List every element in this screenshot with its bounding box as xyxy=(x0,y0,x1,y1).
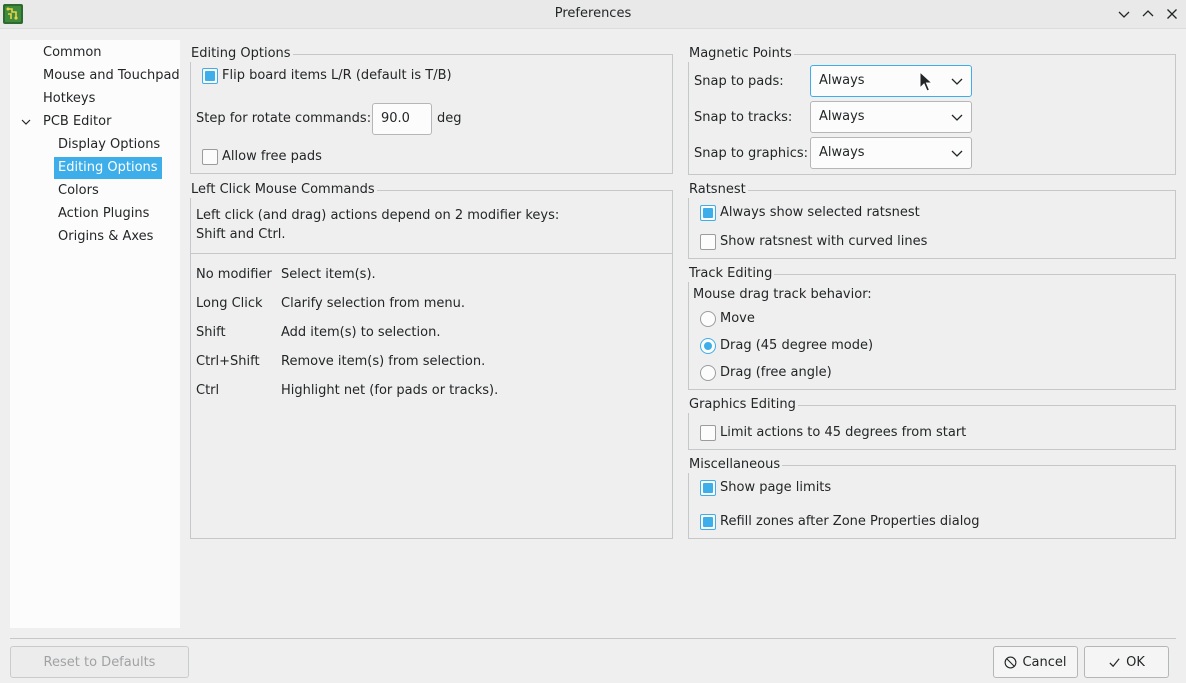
move-radio[interactable] xyxy=(700,311,716,327)
group-title: Editing Options xyxy=(189,46,293,62)
ok-label: OK xyxy=(1126,654,1145,670)
chevron-down-icon xyxy=(1118,11,1130,18)
track-editing-group: Track Editing Mouse drag track behavior:… xyxy=(687,266,1176,390)
command-description: Highlight net (for pads or tracks). xyxy=(281,383,499,398)
rotate-step-label: Step for rotate commands: xyxy=(196,111,372,126)
tree-item-mouse-touchpad[interactable]: Mouse and Touchpad xyxy=(39,65,184,87)
snap-tracks-label: Snap to tracks: xyxy=(694,110,793,125)
limit-45-label: Limit actions to 45 degrees from start xyxy=(720,425,967,440)
drag-behavior-label: Mouse drag track behavior: xyxy=(693,287,872,302)
group-title: Ratsnest xyxy=(687,182,748,198)
command-key: Ctrl+Shift xyxy=(196,354,260,369)
drag-45-radio[interactable] xyxy=(700,338,716,354)
tree-item-pcb-editor[interactable]: PCB Editor xyxy=(39,111,115,133)
tree-item-display-options[interactable]: Display Options xyxy=(54,134,164,156)
tree-item-action-plugins[interactable]: Action Plugins xyxy=(54,203,153,225)
curved-ratsnest-label: Show ratsnest with curved lines xyxy=(720,234,928,249)
command-description: Remove item(s) from selection. xyxy=(281,354,486,369)
left-click-description-line1: Left click (and drag) actions depend on … xyxy=(196,208,560,223)
chevron-down-icon xyxy=(21,119,31,125)
flip-board-checkbox[interactable] xyxy=(202,68,218,84)
move-label: Move xyxy=(720,311,755,326)
chevron-up-icon xyxy=(1142,10,1154,17)
flip-board-label: Flip board items L/R (default is T/B) xyxy=(222,68,452,83)
tree-item-editing-options[interactable]: Editing Options xyxy=(54,157,162,179)
free-pads-label: Allow free pads xyxy=(222,149,322,164)
editing-options-group: Editing Options Flip board items L/R (de… xyxy=(189,46,673,174)
chevron-down-icon xyxy=(951,78,963,85)
expand-collapse-toggle[interactable] xyxy=(18,111,34,133)
limit-45-checkbox[interactable] xyxy=(700,425,716,441)
mouse-cursor-icon xyxy=(919,71,933,92)
drag-free-label: Drag (free angle) xyxy=(720,365,832,380)
command-description: Add item(s) to selection. xyxy=(281,325,441,340)
graphics-editing-group: Graphics Editing Limit actions to 45 deg… xyxy=(687,397,1176,450)
cancel-icon xyxy=(1005,656,1017,668)
minimize-button[interactable] xyxy=(1114,4,1134,24)
command-description: Clarify selection from menu. xyxy=(281,296,466,311)
tree-item-colors[interactable]: Colors xyxy=(54,180,103,202)
snap-pads-select[interactable]: Always xyxy=(810,65,972,97)
show-selected-ratsnest-checkbox[interactable] xyxy=(700,205,716,221)
left-click-description-line2: Shift and Ctrl. xyxy=(196,227,286,242)
checkmark-icon xyxy=(1109,657,1120,667)
show-selected-ratsnest-label: Always show selected ratsnest xyxy=(720,205,920,220)
snap-pads-label: Snap to pads: xyxy=(694,74,784,89)
drag-free-radio[interactable] xyxy=(700,365,716,381)
group-title: Left Click Mouse Commands xyxy=(189,182,377,198)
show-page-limits-checkbox[interactable] xyxy=(700,480,716,496)
cancel-label: Cancel xyxy=(1022,654,1067,670)
magnetic-points-group: Magnetic Points Snap to pads: Always Sna… xyxy=(687,46,1176,175)
divider xyxy=(191,253,672,254)
group-title: Magnetic Points xyxy=(687,46,794,62)
snap-graphics-value: Always xyxy=(819,145,865,160)
snap-graphics-select[interactable]: Always xyxy=(810,137,972,169)
tree-item-common[interactable]: Common xyxy=(39,42,106,64)
command-key: Shift xyxy=(196,325,226,340)
ok-button[interactable]: OK xyxy=(1084,646,1169,678)
refill-zones-checkbox[interactable] xyxy=(700,514,716,530)
snap-pads-value: Always xyxy=(819,73,865,88)
group-title: Graphics Editing xyxy=(687,397,798,413)
cancel-button[interactable]: Cancel xyxy=(993,646,1078,678)
footer-separator xyxy=(10,638,1176,639)
left-click-commands-group: Left Click Mouse Commands Left click (an… xyxy=(189,182,673,539)
tree-item-origins-axes[interactable]: Origins & Axes xyxy=(54,226,157,248)
title-bar: Preferences xyxy=(0,0,1186,29)
command-key: No modifier xyxy=(196,267,272,282)
rotate-unit-label: deg xyxy=(437,111,462,126)
window-title: Preferences xyxy=(554,6,632,21)
command-key: Long Click xyxy=(196,296,263,311)
commands-list: No modifier Select item(s). Long Click C… xyxy=(191,267,672,407)
chevron-down-icon xyxy=(951,150,963,157)
command-description: Select item(s). xyxy=(281,267,376,282)
miscellaneous-group: Miscellaneous Show page limits Refill zo… xyxy=(687,457,1176,539)
group-title: Track Editing xyxy=(687,266,775,282)
snap-tracks-value: Always xyxy=(819,109,865,124)
reset-to-defaults-button[interactable]: Reset to Defaults xyxy=(10,646,189,678)
snap-graphics-label: Snap to graphics: xyxy=(694,146,808,161)
show-page-limits-label: Show page limits xyxy=(720,480,832,495)
chevron-down-icon xyxy=(951,114,963,121)
maximize-button[interactable] xyxy=(1138,4,1158,24)
tree-item-hotkeys[interactable]: Hotkeys xyxy=(39,88,99,110)
free-pads-checkbox[interactable] xyxy=(202,149,218,165)
snap-tracks-select[interactable]: Always xyxy=(810,101,972,133)
close-icon xyxy=(1167,9,1177,19)
refill-zones-label: Refill zones after Zone Properties dialo… xyxy=(720,514,980,529)
drag-45-label: Drag (45 degree mode) xyxy=(720,338,874,353)
rotate-step-input[interactable]: 90.0 xyxy=(372,103,432,135)
close-button[interactable] xyxy=(1162,4,1182,24)
command-key: Ctrl xyxy=(196,383,220,398)
reset-label: Reset to Defaults xyxy=(43,654,156,670)
group-title: Miscellaneous xyxy=(687,457,783,473)
ratsnest-group: Ratsnest Always show selected ratsnest S… xyxy=(687,182,1176,259)
preferences-tree: Common Mouse and Touchpad Hotkeys PCB Ed… xyxy=(10,40,180,628)
curved-ratsnest-checkbox[interactable] xyxy=(700,234,716,250)
